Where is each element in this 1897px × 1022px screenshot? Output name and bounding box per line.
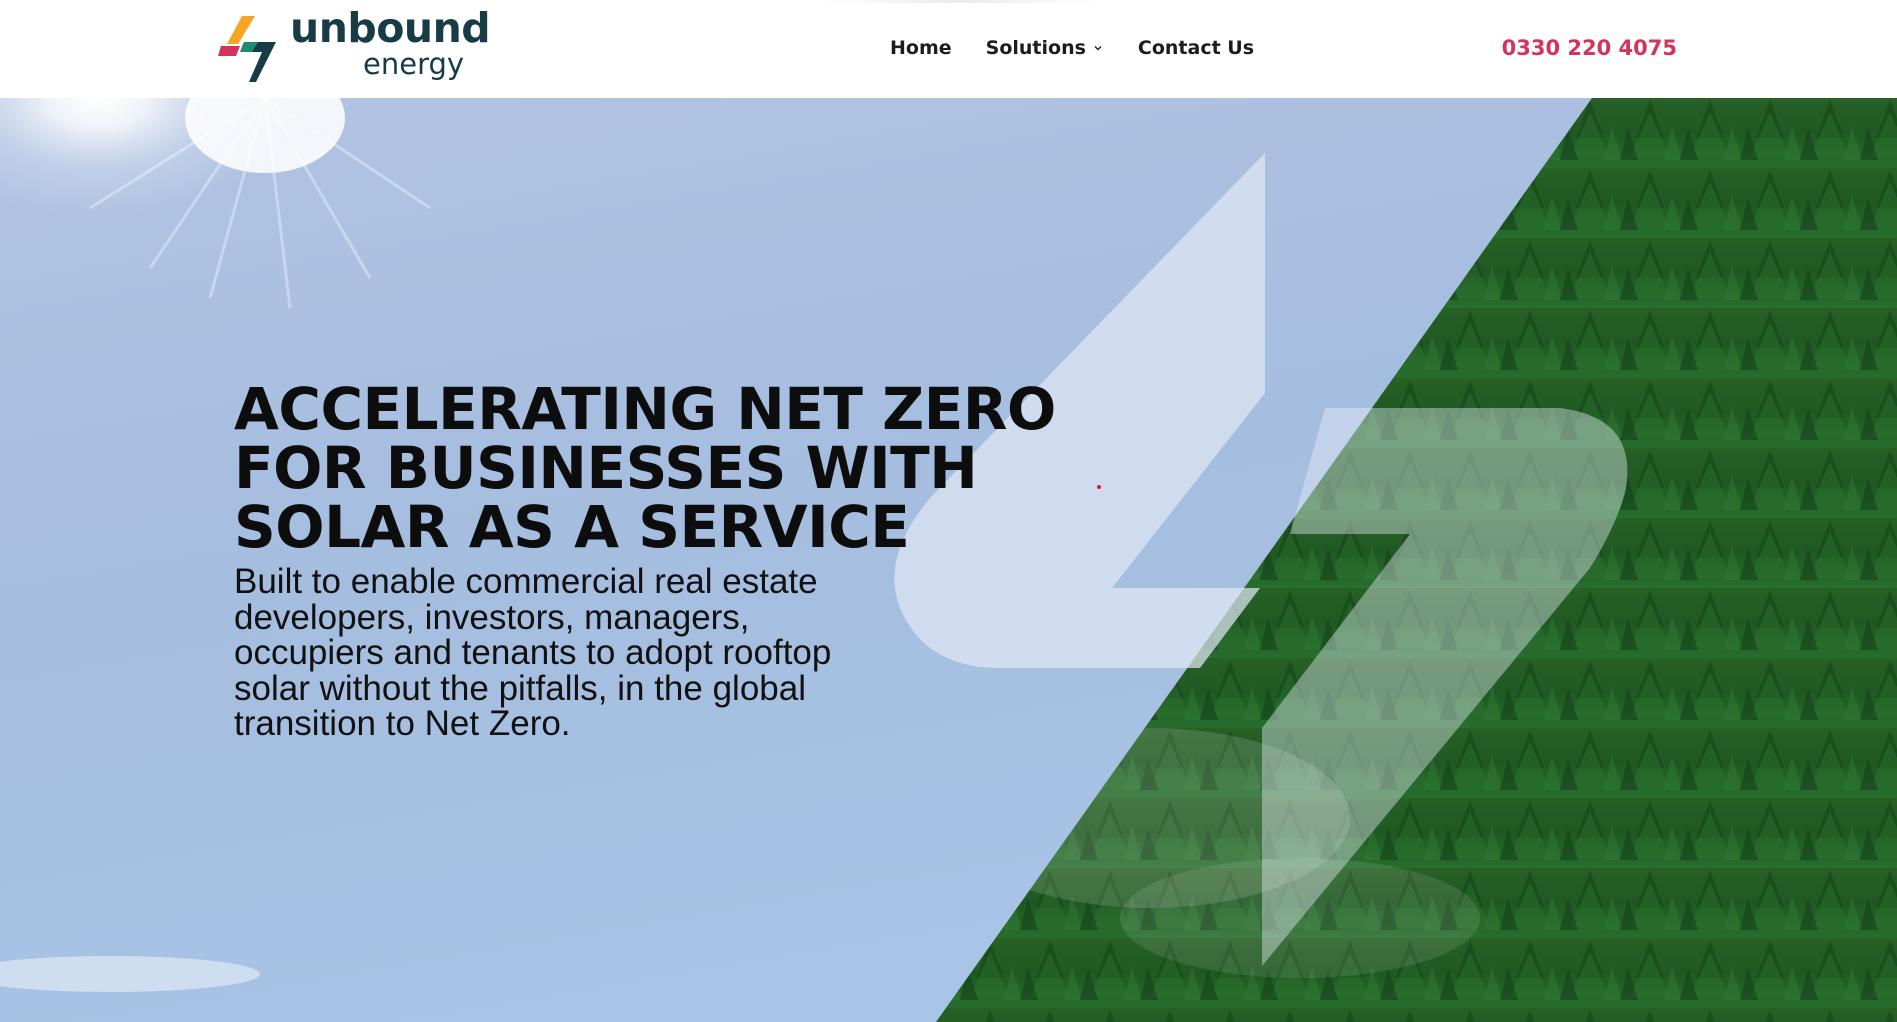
- hero-subtitle-line: Built to enable commercial real estate: [234, 562, 818, 601]
- hero-subtitle-line: developers, investors, managers,: [234, 597, 750, 637]
- hero-subtitle-line: transition to Net Zero.: [234, 704, 571, 743]
- hero-section: ACCELERATING NET ZERO FOR BUSINESSES WIT…: [0, 98, 1897, 1022]
- nav-contact-label: Contact Us: [1137, 37, 1255, 59]
- nav-contact[interactable]: Contact Us: [1138, 36, 1254, 60]
- logo-link[interactable]: unbound energy: [218, 8, 491, 84]
- hero-subtitle: Built to enable commercial real estate d…: [234, 564, 914, 742]
- hero-subtitle-line: solar without the pitfalls, in the globa…: [234, 668, 806, 708]
- logo-word-energy: energy: [363, 47, 465, 81]
- bolt-logo-icon: [218, 16, 276, 82]
- nav-solutions-label: Solutions: [985, 37, 1086, 59]
- hero-subtitle-line: occupiers and tenants to adopt rooftop: [234, 633, 832, 672]
- chevron-down-icon: [1094, 46, 1102, 51]
- hero-title-line: ACCELERATING NET ZERO: [234, 375, 1056, 443]
- main-nav: Home Solutions Contact Us: [890, 36, 1288, 60]
- nav-solutions[interactable]: Solutions: [986, 36, 1104, 60]
- page: unbound energy Home Solutions Contact Us…: [0, 0, 1897, 1022]
- hero-title: ACCELERATING NET ZERO FOR BUSINESSES WIT…: [234, 375, 1056, 561]
- hero-title-line: SOLAR AS A SERVICE: [234, 493, 910, 561]
- phone-link[interactable]: 0330 220 4075: [1502, 35, 1677, 61]
- hero-title-line: FOR BUSINESSES WITH: [234, 434, 978, 502]
- nav-home-label: Home: [890, 37, 952, 59]
- cursor-dot: [1097, 485, 1101, 489]
- header-shadow: [820, 0, 1100, 3]
- site-header: unbound energy Home Solutions Contact Us…: [0, 0, 1897, 98]
- logo-word-unbound: unbound: [290, 4, 491, 52]
- nav-home[interactable]: Home: [890, 36, 952, 60]
